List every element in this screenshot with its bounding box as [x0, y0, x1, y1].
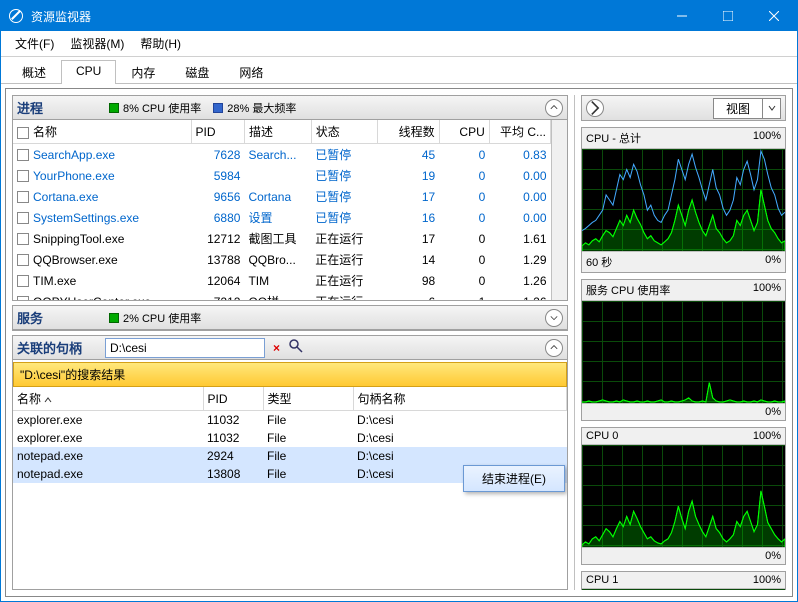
handle-row[interactable]: explorer.exe11032FileD:\cesi	[13, 411, 567, 430]
services-cpu-stat: 2% CPU 使用率	[109, 310, 201, 326]
tab-overview[interactable]: 概述	[7, 60, 61, 84]
handle-row[interactable]: explorer.exe11032FileD:\cesi	[13, 429, 567, 447]
tab-memory[interactable]: 内存	[116, 60, 170, 84]
collapse-processes-button[interactable]	[545, 99, 563, 117]
col-pid[interactable]: PID	[191, 120, 244, 144]
maximize-button[interactable]	[705, 1, 751, 31]
view-dropdown[interactable]: 视图	[713, 98, 781, 119]
row-checkbox[interactable]	[17, 233, 29, 245]
menu-file[interactable]: 文件(F)	[7, 33, 62, 54]
expand-right-button[interactable]	[586, 99, 604, 117]
context-menu: 结束进程(E)	[463, 465, 565, 492]
hcol-pid[interactable]: PID	[203, 387, 263, 411]
minimize-button[interactable]	[659, 1, 705, 31]
tab-cpu[interactable]: CPU	[61, 60, 116, 84]
end-process-menuitem[interactable]: 结束进程(E)	[482, 470, 546, 487]
chart-0: CPU - 总计100%60 秒0%	[581, 127, 786, 273]
hcol-name[interactable]: 名称	[13, 387, 203, 411]
chart-3: CPU 1100%	[581, 571, 786, 590]
process-row[interactable]: YourPhone.exe5984已暂停1900.00	[13, 165, 551, 186]
col-avg[interactable]: 平均 C...	[489, 120, 550, 144]
menu-monitor[interactable]: 监视器(M)	[62, 33, 132, 54]
processes-scrollbar[interactable]	[551, 120, 567, 300]
process-row[interactable]: QQBrowser.exe13788QQBro...正在运行1401.29	[13, 249, 551, 270]
processes-table: 名称 PID 描述 状态 线程数 CPU 平均 C... SearchApp.e…	[13, 120, 551, 300]
row-checkbox[interactable]	[17, 170, 29, 182]
col-threads[interactable]: 线程数	[378, 120, 439, 144]
clear-search-button[interactable]: ×	[269, 341, 284, 355]
menu-help[interactable]: 帮助(H)	[132, 33, 189, 54]
row-checkbox[interactable]	[17, 212, 29, 224]
cpu-usage-stat: 8% CPU 使用率	[109, 100, 201, 116]
process-row[interactable]: SystemSettings.exe6880设置已暂停1600.00	[13, 207, 551, 228]
process-row[interactable]: TIM.exe12064TIM正在运行9801.26	[13, 270, 551, 291]
processes-panel: 进程 8% CPU 使用率 28% 最大频率 名称 PID 描述	[12, 95, 568, 301]
close-button[interactable]	[751, 1, 797, 31]
window-title: 资源监视器	[31, 8, 659, 25]
tab-disk[interactable]: 磁盘	[170, 60, 224, 84]
col-cpu[interactable]: CPU	[439, 120, 489, 144]
tab-bar: 概述 CPU 内存 磁盘 网络	[1, 57, 797, 84]
row-checkbox[interactable]	[17, 296, 29, 300]
row-checkbox[interactable]	[17, 254, 29, 266]
collapse-handles-button[interactable]	[545, 339, 563, 357]
search-result-bar: "D:\cesi"的搜索结果	[13, 362, 567, 387]
max-freq-stat: 28% 最大频率	[213, 100, 296, 116]
process-row[interactable]: SearchApp.exe7628Search...已暂停4500.83	[13, 144, 551, 166]
services-panel: 服务 2% CPU 使用率	[12, 305, 568, 331]
check-all[interactable]	[17, 127, 29, 139]
row-checkbox[interactable]	[17, 149, 29, 161]
services-title: 服务	[17, 308, 97, 327]
row-checkbox[interactable]	[17, 275, 29, 287]
handles-title: 关联的句柄	[17, 338, 97, 357]
hcol-type[interactable]: 类型	[263, 387, 353, 411]
handles-panel: 关联的句柄 × "D:\cesi"的搜索结果 名称	[12, 335, 568, 590]
expand-services-button[interactable]	[545, 309, 563, 327]
chart-1: 服务 CPU 使用率100%0%	[581, 279, 786, 421]
app-icon	[9, 9, 23, 23]
right-header: 视图	[581, 95, 786, 121]
handle-search-input[interactable]	[105, 338, 265, 358]
col-status[interactable]: 状态	[311, 120, 378, 144]
menubar: 文件(F) 监视器(M) 帮助(H)	[1, 31, 797, 57]
hcol-hname[interactable]: 句柄名称	[353, 387, 567, 411]
tab-network[interactable]: 网络	[224, 60, 278, 84]
process-row[interactable]: QQPYUserCenter.exe7212QQ拼...正在运行611.26	[13, 291, 551, 300]
col-desc[interactable]: 描述	[244, 120, 311, 144]
handle-row[interactable]: notepad.exe2924FileD:\cesi	[13, 447, 567, 465]
chart-2: CPU 0100%0%	[581, 427, 786, 565]
process-row[interactable]: Cortana.exe9656Cortana已暂停1700.00	[13, 186, 551, 207]
col-name[interactable]: 名称	[13, 120, 191, 144]
chevron-down-icon	[763, 98, 781, 119]
processes-title: 进程	[17, 98, 97, 117]
search-icon[interactable]	[288, 338, 304, 357]
row-checkbox[interactable]	[17, 191, 29, 203]
process-row[interactable]: SnippingTool.exe12712截图工具正在运行1701.61	[13, 228, 551, 249]
titlebar: 资源监视器	[1, 1, 797, 31]
